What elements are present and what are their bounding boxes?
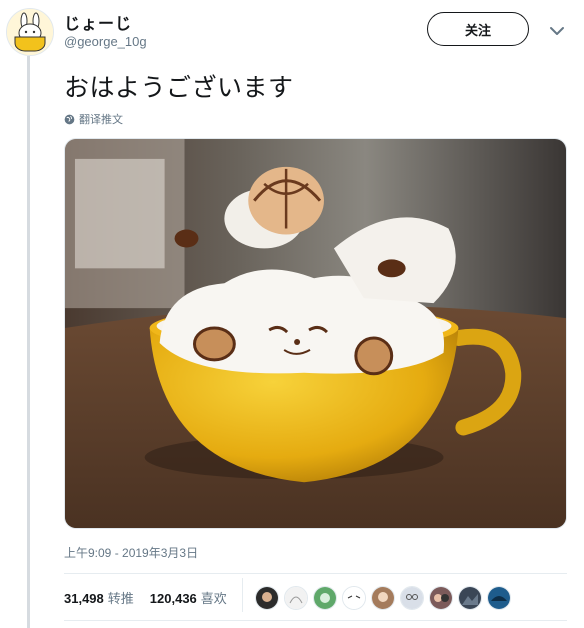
divider-bottom bbox=[64, 620, 567, 621]
liker-avatar[interactable] bbox=[429, 586, 453, 610]
chevron-down-icon[interactable] bbox=[548, 22, 566, 40]
liker-avatar[interactable] bbox=[487, 586, 511, 610]
translate-label: 翻译推文 bbox=[79, 114, 123, 126]
user-handle[interactable]: @george_10g bbox=[64, 34, 147, 49]
tweet-timestamp[interactable]: 上午9:09 - 2019年3月3日 bbox=[64, 544, 198, 561]
liker-avatar[interactable] bbox=[284, 586, 308, 610]
tweet-text: おはようございます bbox=[64, 74, 294, 102]
translate-tweet-link[interactable]: 翻译推文 bbox=[64, 111, 123, 127]
divider-top bbox=[64, 573, 567, 574]
liker-avatar[interactable] bbox=[342, 586, 366, 610]
display-name[interactable]: じょーじ bbox=[64, 10, 132, 34]
bunny-in-cup-avatar-icon bbox=[7, 9, 53, 55]
liker-avatar[interactable] bbox=[313, 586, 337, 610]
liker-avatar[interactable] bbox=[371, 586, 395, 610]
liker-avatar[interactable] bbox=[458, 586, 482, 610]
liker-avatars bbox=[255, 586, 516, 610]
retweet-label: 转推 bbox=[107, 591, 134, 606]
thread-line bbox=[27, 56, 30, 628]
globe-icon bbox=[64, 114, 75, 124]
like-count: 120,436 bbox=[149, 591, 197, 606]
tweet-photo[interactable] bbox=[64, 138, 567, 529]
liker-avatar[interactable] bbox=[400, 586, 424, 610]
like-label: 喜欢 bbox=[200, 591, 227, 606]
like-stat[interactable]: 120,436 喜欢 bbox=[150, 588, 227, 607]
avatar[interactable] bbox=[6, 8, 54, 56]
tweet-stats: 31,498 转推 120,436 喜欢 bbox=[64, 588, 243, 607]
liker-avatar[interactable] bbox=[255, 586, 279, 610]
retweet-count: 31,498 bbox=[64, 591, 104, 606]
latte-art-photo bbox=[65, 139, 566, 528]
follow-button[interactable]: 关注 bbox=[427, 12, 529, 46]
retweet-stat[interactable]: 31,498 转推 bbox=[64, 588, 134, 607]
stats-separator bbox=[242, 578, 243, 612]
